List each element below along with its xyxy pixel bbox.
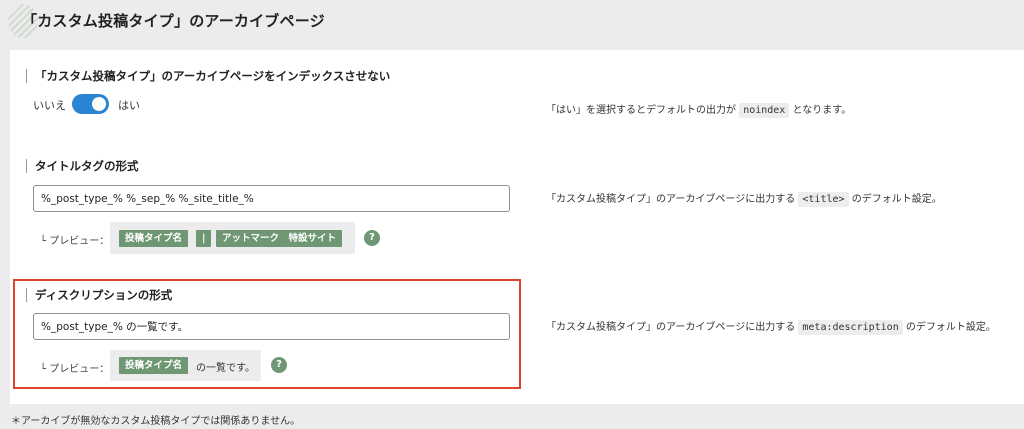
page-title: 「カスタム投稿タイプ」のアーカイブページ	[22, 12, 325, 30]
note-text: 「カスタム投稿タイプ」のアーカイブページに出力する	[546, 194, 796, 205]
note-text: のデフォルト設定。	[905, 322, 996, 333]
help-icon[interactable]: ?	[364, 230, 380, 246]
page-header: 「カスタム投稿タイプ」のアーカイブページ	[0, 0, 1024, 50]
footer-note: ＊アーカイブが無効なカスタム投稿タイプでは関係ありません。	[11, 416, 301, 427]
note-text: 「はい」を選択するとデフォルトの出力が	[546, 105, 736, 116]
noindex-code: noindex	[739, 103, 790, 118]
title-tag-section-title: タイトルタグの形式	[26, 159, 139, 173]
preview-tag-post-type: 投稿タイプ名	[119, 230, 189, 247]
title-code: <title>	[798, 192, 849, 207]
highlight-frame	[13, 279, 521, 389]
preview-tag-separator: |	[196, 230, 212, 247]
noindex-section-title: 「カスタム投稿タイプ」のアーカイブページをインデックスさせない	[26, 69, 390, 83]
toggle-on-label: はい	[118, 99, 140, 112]
title-format-input[interactable]	[33, 185, 510, 212]
note-text: 「カスタム投稿タイプ」のアーカイブページに出力する	[546, 322, 796, 333]
title-preview-box: 投稿タイプ名 | アットマーク 特設サイト	[110, 222, 355, 254]
preview-tag-site-title: アットマーク 特設サイト	[216, 230, 343, 247]
description-code: meta:description	[798, 320, 903, 335]
title-tag-note: 「カスタム投稿タイプ」のアーカイブページに出力する <title> のデフォルト…	[546, 191, 942, 209]
description-note: 「カスタム投稿タイプ」のアーカイブページに出力する meta:descripti…	[546, 319, 996, 337]
noindex-note: 「はい」を選択するとデフォルトの出力が noindex となります。	[546, 102, 851, 120]
note-text: のデフォルト設定。	[851, 194, 942, 205]
toggle-knob	[92, 97, 106, 111]
preview-label: └ プレビュー：	[40, 236, 110, 247]
toggle-off-label: いいえ	[33, 99, 66, 112]
noindex-toggle[interactable]	[72, 94, 109, 114]
note-text: となります。	[792, 105, 852, 116]
